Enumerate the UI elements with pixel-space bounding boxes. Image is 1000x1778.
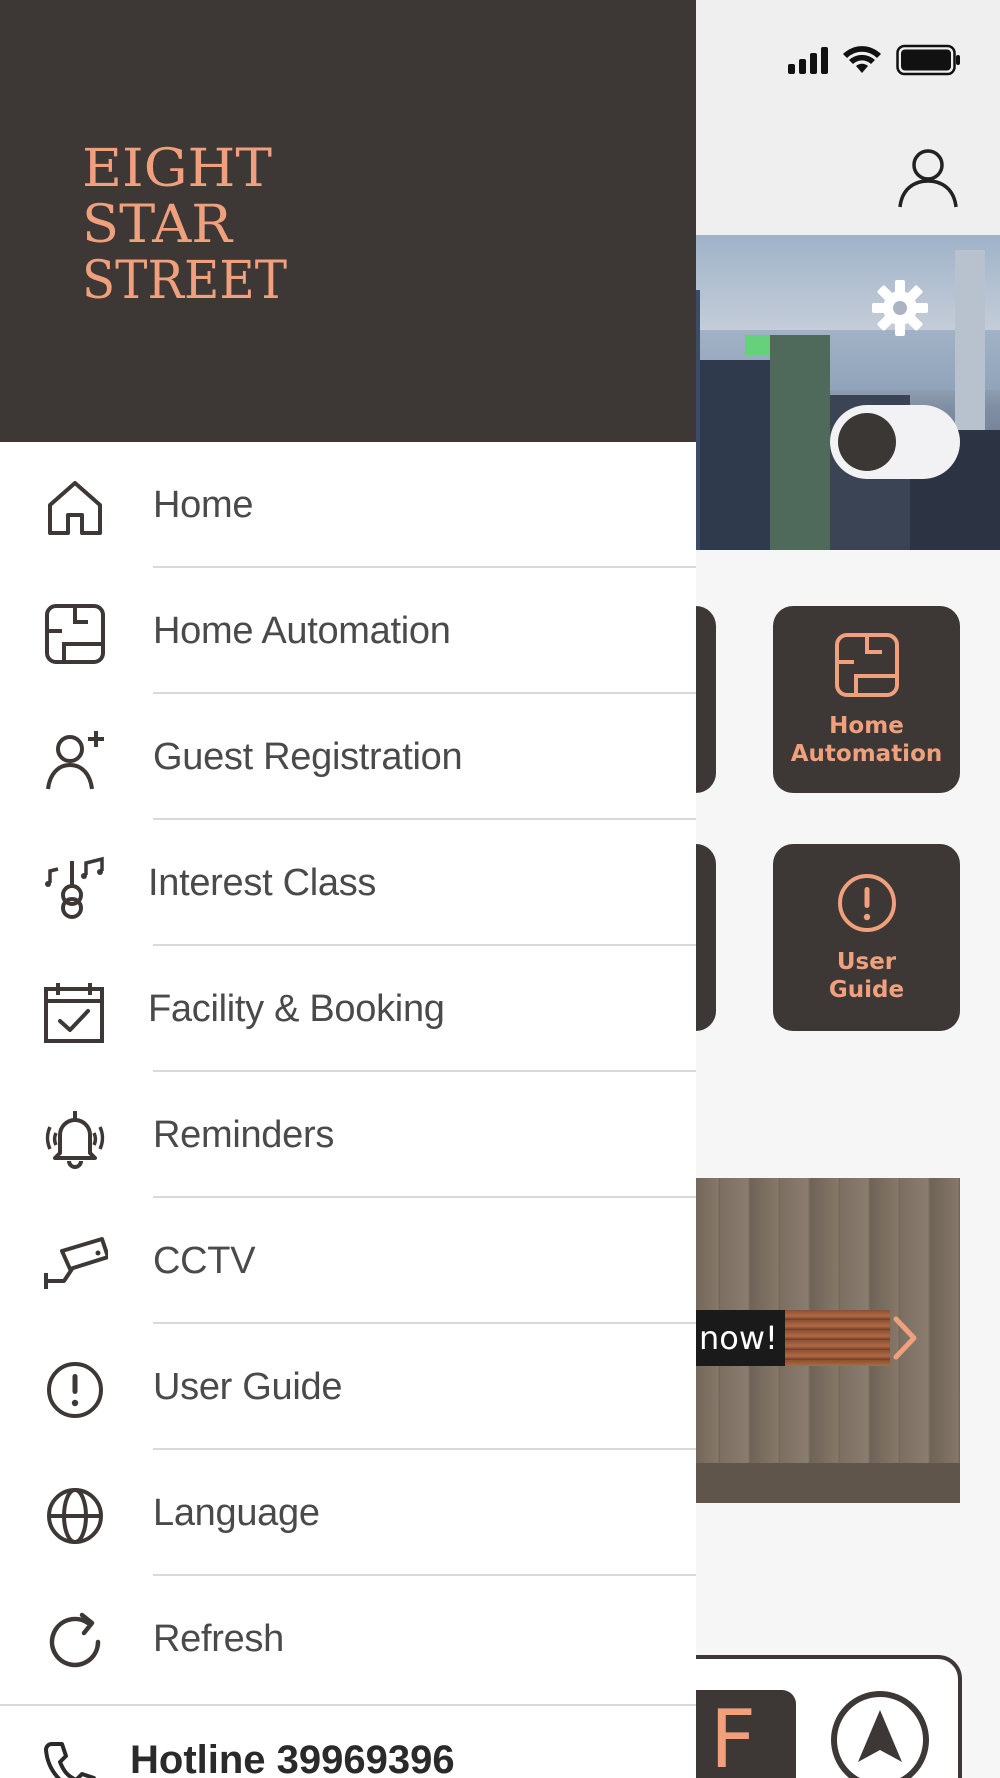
menu-item-interest-class[interactable]: Interest Class [0, 820, 696, 946]
bell-ringing-icon [45, 1111, 105, 1169]
tile-label-line2: Automation [790, 740, 943, 767]
calendar-check-icon [44, 983, 104, 1043]
exclamation-circle-icon [47, 1362, 103, 1418]
mode-toggle[interactable] [830, 405, 960, 479]
menu-item-label: Interest Class [148, 862, 377, 904]
drawer-menu: Home Home Automation Guest Registration [0, 442, 696, 1702]
menu-item-label: Language [153, 1492, 320, 1534]
menu-item-refresh[interactable]: Refresh [0, 1576, 696, 1702]
status-icons [788, 44, 962, 76]
battery-icon [896, 44, 960, 76]
menu-item-label: CCTV [153, 1240, 256, 1282]
side-drawer: EIGHT STAR STREET Home Home Automation G… [0, 0, 696, 1778]
phone-icon [44, 1742, 96, 1778]
menu-item-reminders[interactable]: Reminders [0, 1072, 696, 1198]
banner-cta-text: now! [695, 1310, 785, 1366]
menu-item-label: Facility & Booking [148, 988, 445, 1030]
hotline-label: Hotline 39969396 [130, 1738, 455, 1778]
cellular-signal-icon [788, 46, 828, 74]
wifi-icon [843, 46, 881, 73]
menu-item-home[interactable]: Home [0, 442, 696, 568]
gear-icon[interactable] [870, 278, 930, 338]
floorplan-icon [834, 632, 899, 697]
cctv-camera-icon [44, 1237, 108, 1289]
navigation-icon[interactable] [830, 1690, 930, 1778]
menu-item-label: Home [153, 484, 254, 526]
profile-icon[interactable] [896, 145, 960, 209]
drawer-header: EIGHT STAR STREET [0, 0, 696, 442]
menu-item-label: User Guide [153, 1366, 343, 1408]
menu-item-label: Guest Registration [153, 736, 463, 778]
logo-line3: STREET [82, 251, 287, 308]
toggle-knob [838, 413, 896, 471]
menu-item-cctv[interactable]: CCTV [0, 1198, 696, 1324]
floorplan-icon [45, 604, 105, 664]
logo-line1: EIGHT [82, 139, 272, 199]
tile-label-line2: Guide [828, 976, 905, 1003]
globe-icon [47, 1488, 103, 1544]
guitar-music-icon [45, 856, 104, 919]
eight-star-street-logo: EIGHT STAR STREET [82, 139, 287, 308]
menu-item-guest-registration[interactable]: Guest Registration [0, 694, 696, 820]
app-screen: Home Automation User Guide now! F EIGHT … [0, 0, 1000, 1778]
menu-item-label: Home Automation [153, 610, 451, 652]
tile-user-guide[interactable]: User Guide [773, 844, 960, 1031]
exclamation-circle-icon [837, 873, 896, 932]
hotline-link[interactable]: Hotline 39969396 [42, 1738, 455, 1778]
divider [0, 1704, 696, 1706]
menu-item-user-guide[interactable]: User Guide [0, 1324, 696, 1450]
chevron-right-icon[interactable] [890, 1313, 920, 1363]
menu-item-label: Reminders [153, 1114, 335, 1156]
tile-label-line1: Home [829, 712, 904, 739]
logo-line2: STAR [82, 195, 234, 255]
menu-item-label: Refresh [153, 1618, 284, 1660]
home-icon [48, 481, 102, 535]
menu-item-language[interactable]: Language [0, 1450, 696, 1576]
refresh-icon [49, 1612, 101, 1668]
tile-home-automation[interactable]: Home Automation [773, 606, 960, 793]
menu-item-home-automation[interactable]: Home Automation [0, 568, 696, 694]
tile-label-line1: User [836, 948, 897, 975]
menu-item-facility-booking[interactable]: Facility & Booking [0, 946, 696, 1072]
add-user-icon [46, 731, 104, 790]
